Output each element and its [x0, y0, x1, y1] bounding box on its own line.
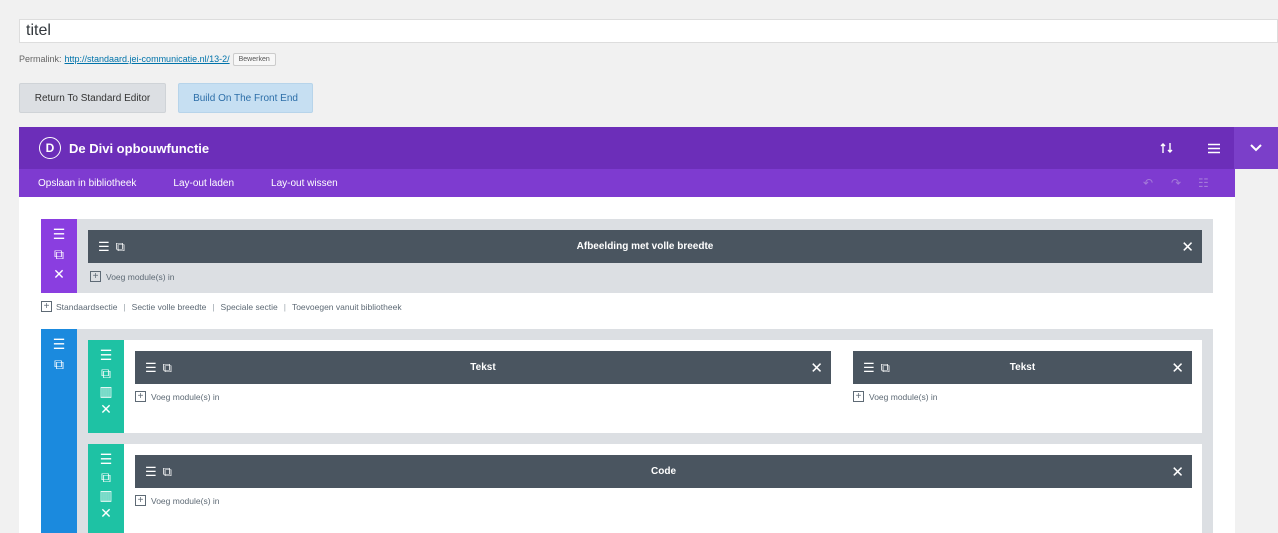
- fullwidth-section-link[interactable]: Sectie volle breedte: [132, 302, 207, 312]
- module-move-icon[interactable]: ☰: [145, 360, 157, 376]
- builder-toolbar: Opslaan in bibliotheek Lay-out laden Lay…: [19, 169, 1235, 197]
- title-input[interactable]: [19, 19, 1278, 43]
- module-title: Code: [651, 466, 676, 477]
- add-section-links: + Standaardsectie | Sectie volle breedte…: [41, 301, 402, 312]
- permalink: Permalink: http://standaard.jei-communic…: [19, 50, 276, 68]
- chevron-down-icon[interactable]: [1234, 127, 1278, 169]
- permalink-url[interactable]: http://standaard.jei-communicatie.nl/13-…: [65, 54, 230, 64]
- module-duplicate-icon[interactable]: ⧉: [163, 360, 172, 376]
- row-delete-icon[interactable]: ✕: [100, 504, 112, 522]
- module-bar[interactable]: ☰ ⧉ Afbeelding met volle breedte ✕: [88, 230, 1202, 263]
- columns-icon[interactable]: ▥: [99, 382, 112, 400]
- module-title: Afbeelding met volle breedte: [576, 241, 714, 252]
- section-move-icon[interactable]: ☰: [53, 335, 66, 353]
- plus-icon: +: [135, 391, 146, 402]
- return-standard-editor-button[interactable]: Return To Standard Editor: [19, 83, 166, 113]
- divi-logo: D: [39, 137, 61, 159]
- divi-builder-header: D De Divi opbouwfunctie: [19, 127, 1278, 169]
- section-duplicate-icon[interactable]: ⧉: [54, 245, 64, 263]
- row-side-handle[interactable]: ☰ ⧉ ▥ ✕: [88, 444, 124, 533]
- undo-icon[interactable]: ↶: [1143, 169, 1153, 197]
- special-section-link[interactable]: Speciale sectie: [221, 302, 278, 312]
- fullwidth-section: ☰ ⧉ ✕ ☰ ⧉ Afbeelding met volle breedte ✕…: [41, 219, 1213, 293]
- edit-permalink-button[interactable]: Bewerken: [232, 52, 276, 66]
- module-duplicate-icon[interactable]: ⧉: [881, 360, 890, 376]
- section-duplicate-icon[interactable]: ⧉: [54, 355, 64, 373]
- add-module-link[interactable]: + Voeg module(s) in: [135, 495, 220, 506]
- add-module-link[interactable]: + Voeg module(s) in: [853, 391, 938, 402]
- module-close-icon[interactable]: ✕: [1171, 455, 1184, 488]
- build-front-end-button[interactable]: Build On The Front End: [178, 83, 313, 113]
- add-module-link[interactable]: + Voeg module(s) in: [135, 391, 220, 402]
- module-title: Tekst: [1009, 362, 1036, 373]
- builder-canvas: ☰ ⧉ ✕ ☰ ⧉ Afbeelding met volle breedte ✕…: [19, 197, 1235, 533]
- clear-layout-button[interactable]: Lay-out wissen: [271, 178, 338, 189]
- module-bar[interactable]: ☰ ⧉ Tekst ✕: [135, 351, 831, 384]
- permalink-label: Permalink:: [19, 54, 62, 64]
- module-bar[interactable]: ☰ ⧉ Code ✕: [135, 455, 1192, 488]
- history-icon[interactable]: ☷: [1198, 169, 1209, 197]
- module-close-icon[interactable]: ✕: [1171, 351, 1184, 384]
- module-title: Tekst: [470, 362, 496, 373]
- load-layout-button[interactable]: Lay-out laden: [173, 178, 234, 189]
- module-duplicate-icon[interactable]: ⧉: [116, 239, 125, 255]
- menu-icon[interactable]: [1199, 127, 1229, 169]
- builder-title: De Divi opbouwfunctie: [69, 140, 210, 156]
- module-duplicate-icon[interactable]: ⧉: [163, 464, 172, 480]
- row-move-icon[interactable]: ☰: [100, 450, 113, 468]
- section-move-icon[interactable]: ☰: [53, 225, 66, 243]
- add-from-library-link[interactable]: Toevoegen vanuit bibliotheek: [292, 302, 402, 312]
- plus-icon: +: [853, 391, 864, 402]
- add-module-link[interactable]: + Voeg module(s) in: [90, 271, 175, 282]
- row-duplicate-icon[interactable]: ⧉: [101, 468, 111, 486]
- save-to-library-button[interactable]: Opslaan in bibliotheek: [38, 178, 136, 189]
- section-side-handle[interactable]: ☰ ⧉: [41, 329, 77, 533]
- module-bar[interactable]: ☰ ⧉ Tekst ✕: [853, 351, 1192, 384]
- row-delete-icon[interactable]: ✕: [100, 400, 112, 418]
- row-duplicate-icon[interactable]: ⧉: [101, 364, 111, 382]
- module-move-icon[interactable]: ☰: [145, 464, 157, 480]
- plus-icon: +: [41, 301, 52, 312]
- row: ☰ ⧉ ▥ ✕ ☰ ⧉ Code ✕ + Voeg module(s) in: [88, 444, 1202, 533]
- sort-icon[interactable]: [1152, 127, 1182, 169]
- redo-icon[interactable]: ↷: [1171, 169, 1181, 197]
- columns-icon[interactable]: ▥: [99, 486, 112, 504]
- row: ☰ ⧉ ▥ ✕ ☰ ⧉ Tekst ✕ + Voeg module(s) in …: [88, 340, 1202, 433]
- plus-icon: +: [135, 495, 146, 506]
- module-close-icon[interactable]: ✕: [810, 351, 823, 384]
- standard-section-link[interactable]: Standaardsectie: [56, 302, 117, 312]
- row-side-handle[interactable]: ☰ ⧉ ▥ ✕: [88, 340, 124, 433]
- section-delete-icon[interactable]: ✕: [53, 265, 65, 283]
- module-move-icon[interactable]: ☰: [98, 239, 110, 255]
- row-move-icon[interactable]: ☰: [100, 346, 113, 364]
- module-close-icon[interactable]: ✕: [1181, 230, 1194, 263]
- section-side-handle[interactable]: ☰ ⧉ ✕: [41, 219, 77, 293]
- module-move-icon[interactable]: ☰: [863, 360, 875, 376]
- plus-icon: +: [90, 271, 101, 282]
- standard-section: ☰ ⧉ ☰ ⧉ ▥ ✕ ☰ ⧉ Tekst ✕ + Voeg module(s)…: [41, 329, 1213, 533]
